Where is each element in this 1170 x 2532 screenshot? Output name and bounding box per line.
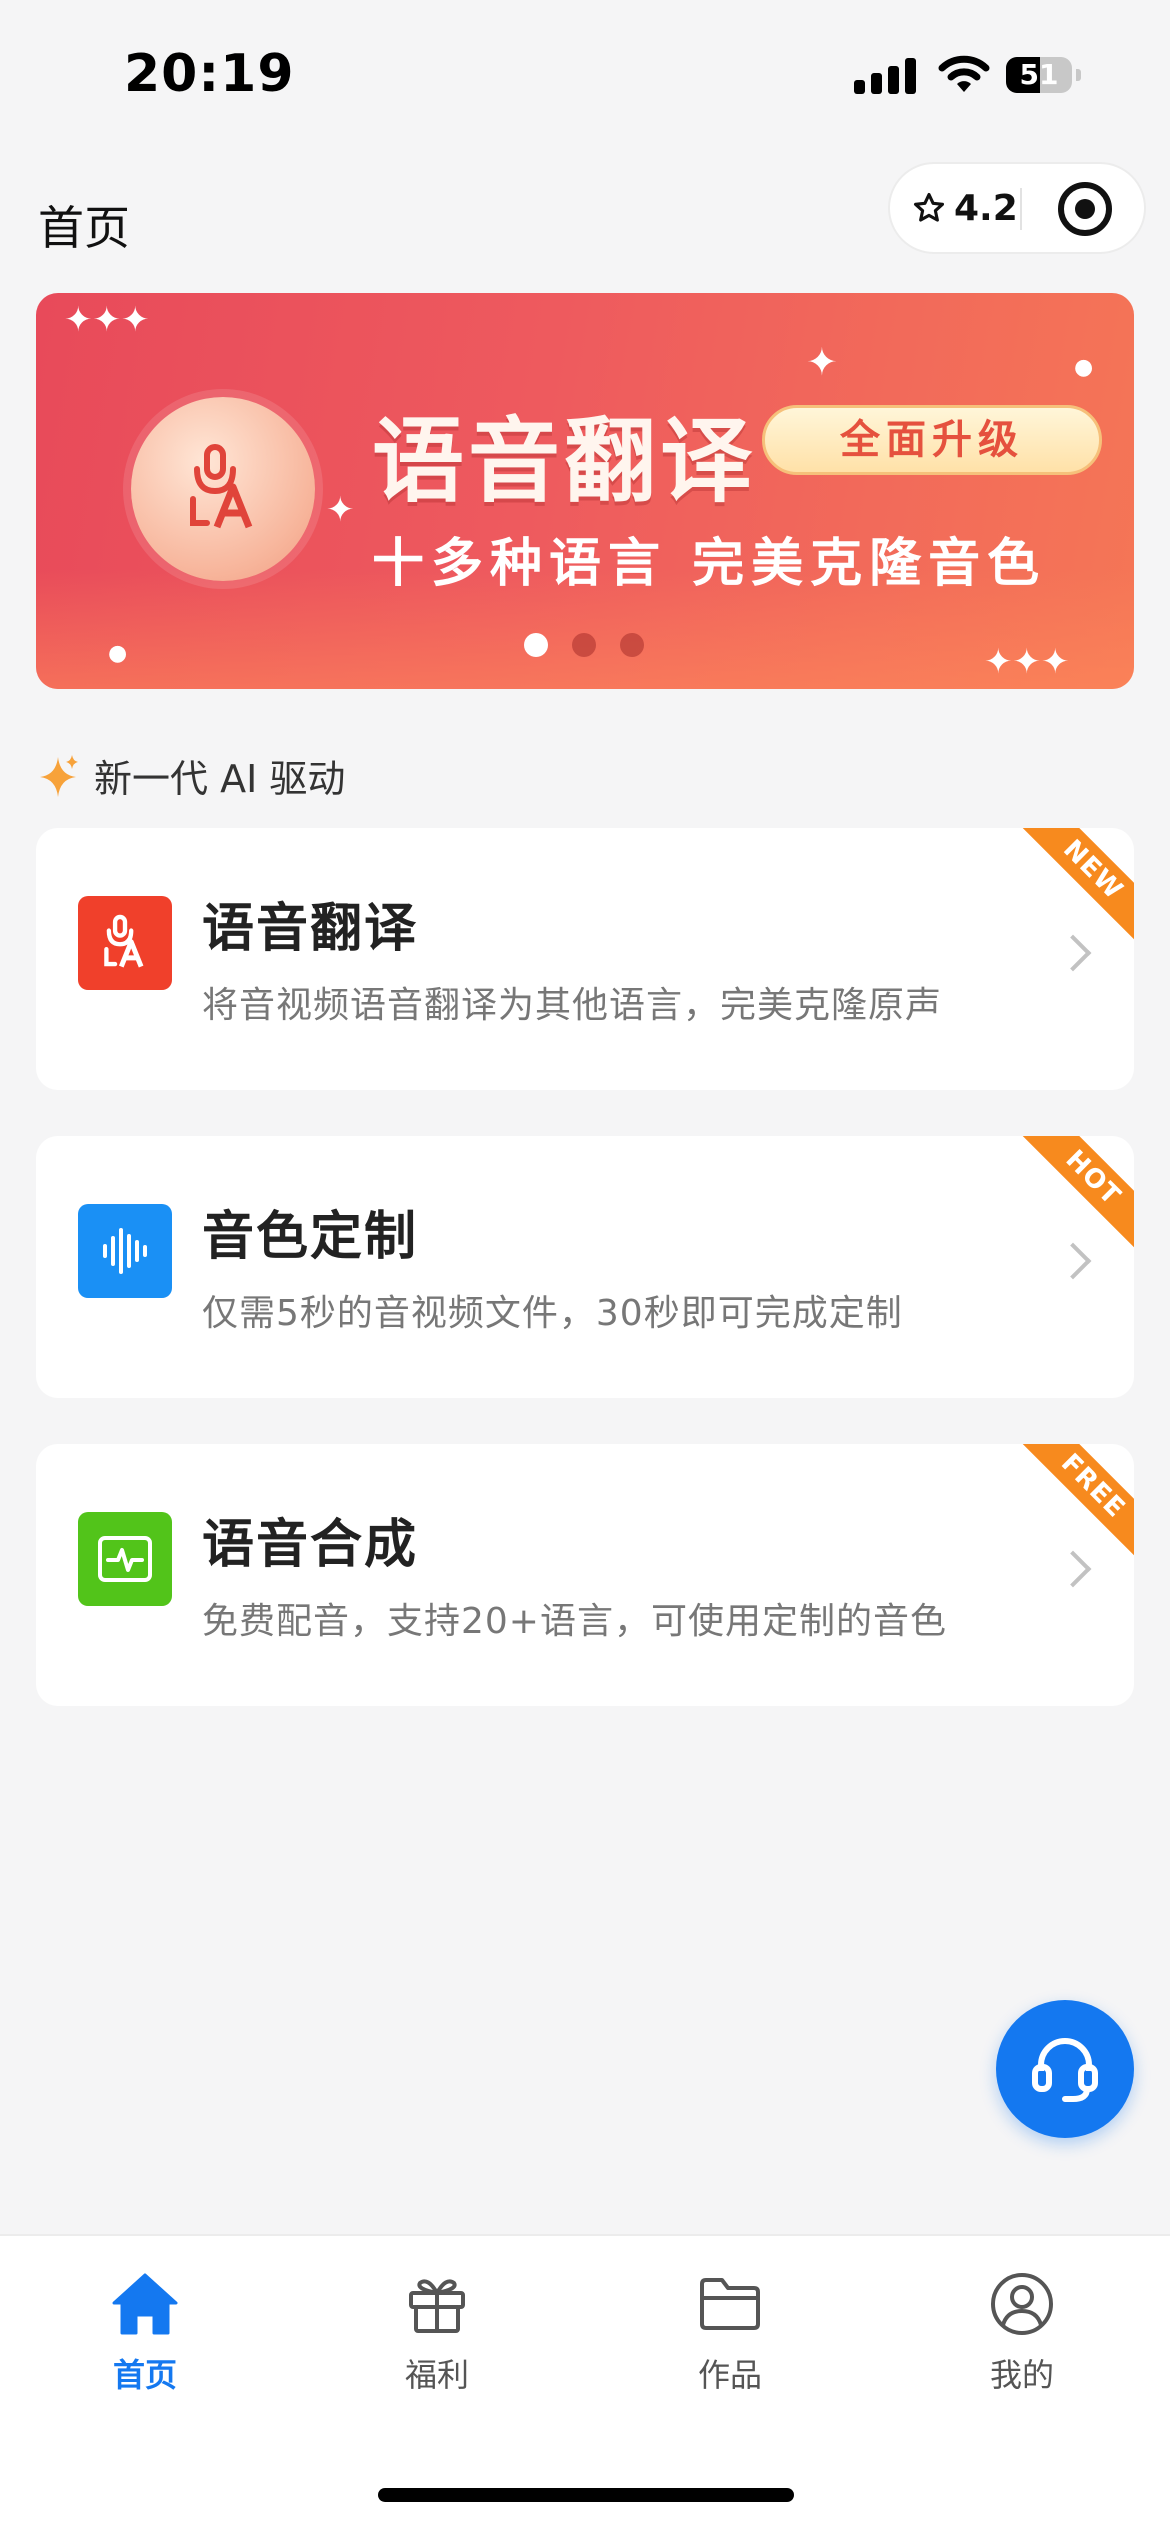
tab-works[interactable]: 作品 — [630, 2268, 830, 2396]
tab-label: 福利 — [404, 2356, 469, 2394]
rating-button[interactable]: 4.2 — [912, 164, 1018, 252]
feature-card-speech-synthesis[interactable]: 语音合成 免费配音，支持20+语言，可使用定制的音色 FREE — [36, 1444, 1134, 1706]
section-label: 新一代 AI 驱动 — [94, 757, 346, 801]
signal-icon — [854, 58, 916, 94]
status-time: 20:19 — [124, 44, 295, 104]
tab-benefits[interactable]: 福利 — [337, 2268, 537, 2396]
banner-subtitle: 十多种语言 完美克隆音色 — [372, 534, 1047, 594]
tab-profile[interactable]: 我的 — [922, 2268, 1122, 2396]
banner-dot[interactable] — [572, 633, 596, 657]
tab-label: 作品 — [697, 2356, 762, 2394]
feature-title: 语音合成 — [202, 1515, 419, 1575]
banner-dot[interactable] — [524, 633, 548, 657]
home-icon — [112, 2273, 178, 2335]
tab-label: 首页 — [112, 2356, 177, 2394]
target-icon[interactable] — [1058, 182, 1112, 236]
sparkle-icon: ✦ — [326, 490, 355, 530]
feature-description: 免费配音，支持20+语言，可使用定制的音色 — [202, 1601, 947, 1642]
feature-title: 音色定制 — [202, 1207, 419, 1267]
tab-home[interactable]: 首页 — [45, 2268, 245, 2396]
page-title: 首页 — [38, 201, 130, 255]
promo-banner[interactable]: ✦✦✦ ✦ ● ✦ ✦✦✦ ● 语音翻译 全面升级 十多种语言 完美克隆音色 — [36, 293, 1134, 689]
status-bar: 20:19 51 — [0, 0, 1170, 150]
home-indicator[interactable] — [378, 2488, 794, 2502]
feature-description: 将音视频语音翻译为其他语言，完美克隆原声 — [202, 985, 943, 1026]
wifi-icon — [938, 55, 990, 92]
waveform-icon — [78, 1204, 172, 1298]
folder-icon — [700, 2278, 760, 2330]
chevron-right-icon — [1054, 1242, 1092, 1280]
microphone-translate-icon — [78, 896, 172, 990]
feature-description: 仅需5秒的音视频文件，30秒即可完成定制 — [202, 1293, 903, 1334]
feature-card-voice-translation[interactable]: 语音翻译 将音视频语音翻译为其他语言，完美克隆原声 NEW — [36, 828, 1134, 1090]
sparkle-icon: ✦ — [806, 340, 838, 384]
star-outline-icon — [913, 192, 945, 222]
feature-tag: HOT — [1018, 1136, 1134, 1253]
gift-icon — [409, 2279, 465, 2333]
user-icon — [991, 2273, 1053, 2335]
rating-value: 4.2 — [954, 187, 1018, 229]
battery-icon: 51 — [1006, 57, 1072, 93]
feature-card-voice-customization[interactable]: 音色定制 仅需5秒的音视频文件，30秒即可完成定制 HOT — [36, 1136, 1134, 1398]
battery-nub — [1076, 69, 1081, 81]
headset-icon — [1032, 2038, 1098, 2102]
feature-tag: FREE — [1018, 1444, 1134, 1561]
feature-title: 语音翻译 — [202, 899, 419, 959]
customer-support-button[interactable] — [996, 2000, 1134, 2138]
banner-title: 语音翻译 — [372, 408, 757, 515]
banner-badge: 全面升级 — [762, 405, 1102, 475]
capsule-divider — [1020, 188, 1022, 230]
microphone-translate-icon — [131, 397, 315, 581]
banner-dot[interactable] — [620, 633, 644, 657]
chevron-right-icon — [1054, 934, 1092, 972]
banner-pagination — [524, 633, 644, 657]
battery-percentage: 51 — [1019, 58, 1059, 91]
mini-program-capsule: 4.2 — [888, 162, 1146, 254]
chevron-right-icon — [1054, 1550, 1092, 1588]
sparkle-icon: ✦✦✦ — [984, 642, 1070, 682]
sparkle-icon: ● — [108, 641, 128, 666]
section-heading: 新一代 AI 驱动 — [38, 748, 345, 803]
feature-tag: NEW — [1018, 828, 1134, 945]
sparkle-icon: ● — [1074, 355, 1094, 380]
pulse-monitor-icon — [78, 1512, 172, 1606]
sparkle-icon: ✦✦✦ — [64, 300, 150, 340]
tab-label: 我的 — [989, 2356, 1054, 2394]
sparkle-icon — [40, 754, 78, 797]
